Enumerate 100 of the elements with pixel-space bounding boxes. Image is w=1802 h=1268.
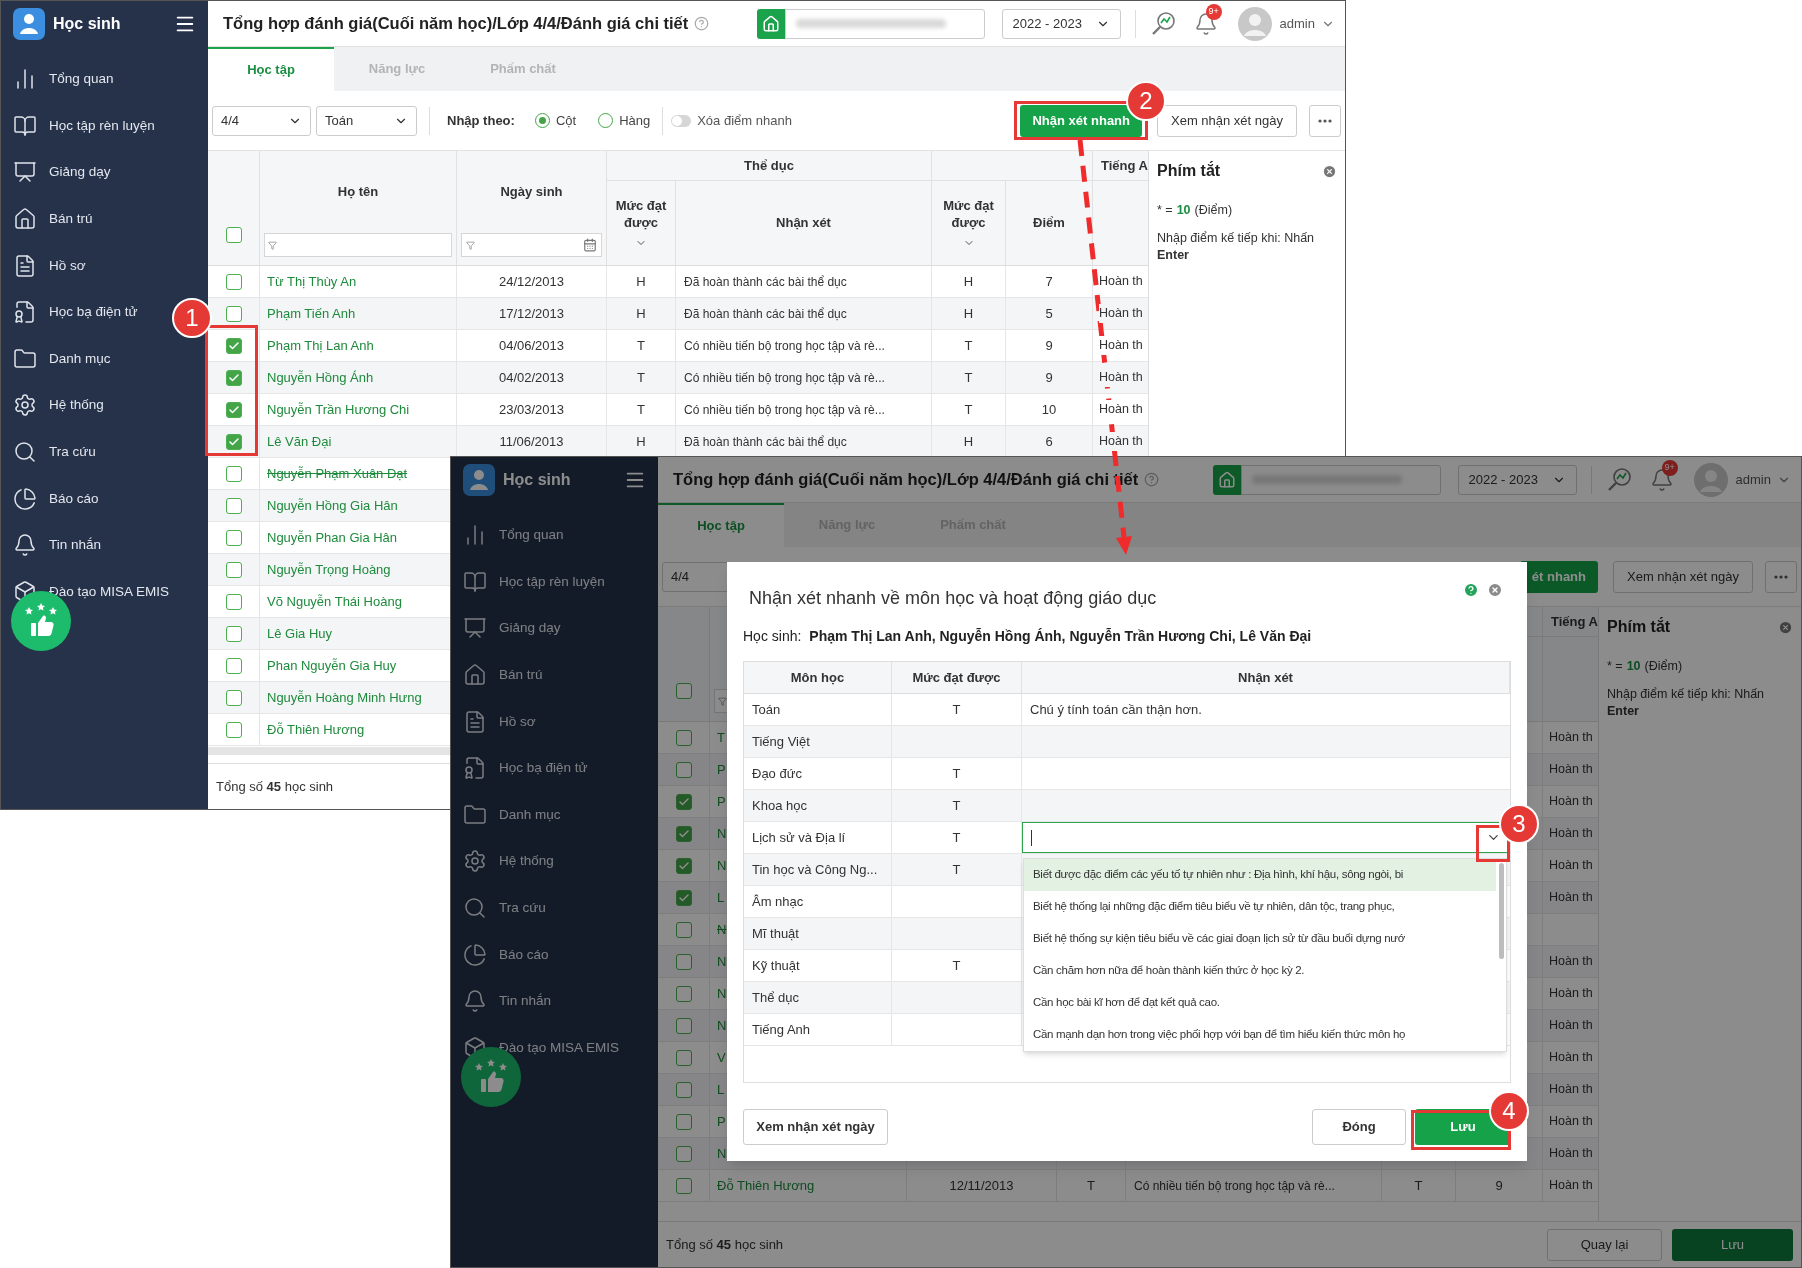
student-name[interactable]: N xyxy=(717,855,727,876)
student-name[interactable]: Phan Nguyễn Gia Huy xyxy=(267,655,397,676)
close-icon[interactable] xyxy=(1778,619,1793,635)
student-name[interactable]: Nguyễn Phạm Xuân Đạt xyxy=(267,463,408,484)
filter-field[interactable] xyxy=(264,233,452,257)
student-name[interactable]: N xyxy=(717,919,727,940)
more-button[interactable] xyxy=(1309,104,1341,137)
radio-option[interactable]: Cột xyxy=(534,110,577,131)
checkbox[interactable] xyxy=(225,721,242,738)
checkbox[interactable] xyxy=(225,401,242,418)
menu-item[interactable]: Tra cứu xyxy=(1,428,100,476)
student-name[interactable]: P xyxy=(717,791,726,812)
checkbox[interactable] xyxy=(675,1049,692,1066)
student-name[interactable]: Nguyễn Hồng Ánh xyxy=(267,367,374,388)
checkbox[interactable] xyxy=(675,1113,692,1130)
student-name[interactable]: Nguyễn Phan Gia Hân xyxy=(267,527,398,548)
student-name[interactable]: P xyxy=(717,759,726,780)
student-name[interactable]: Phạm Tiến Anh xyxy=(267,303,356,324)
save-button[interactable]: Lưu xyxy=(1672,1228,1793,1261)
student-name[interactable]: N xyxy=(717,951,727,972)
student-name[interactable]: L xyxy=(717,1079,725,1100)
more-button[interactable] xyxy=(1765,560,1797,593)
school-field[interactable] xyxy=(1240,464,1441,495)
quick-clear-toggle[interactable]: Xóa điểm nhanh xyxy=(671,110,792,131)
checkbox[interactable] xyxy=(225,657,242,674)
menu-item[interactable]: Báo cáo xyxy=(1,475,103,522)
student-name[interactable]: L xyxy=(717,887,725,908)
school-field[interactable] xyxy=(784,8,985,39)
suggestion-item[interactable]: Cần mạnh dạn hơn trong việc phối hợp với bạn để tìm hiểu kiến thức môn họ xyxy=(1024,1019,1496,1051)
menu-item[interactable]: Giảng dạy xyxy=(1,149,115,196)
checkbox[interactable] xyxy=(675,683,692,699)
school-year-select[interactable]: 2022 - 2023 xyxy=(1457,464,1577,495)
tab[interactable]: Học tập xyxy=(658,503,784,547)
checkbox[interactable] xyxy=(225,433,242,450)
student-name[interactable]: N xyxy=(717,823,727,844)
student-name[interactable]: Nguyễn Trần Hương Chi xyxy=(267,399,410,420)
menu-item[interactable]: Hệ thống xyxy=(1,382,108,429)
avatar[interactable] xyxy=(1693,462,1728,497)
menu-item[interactable]: Danh mục xyxy=(1,335,115,383)
checkbox[interactable] xyxy=(225,561,242,578)
checkbox[interactable] xyxy=(675,985,692,1002)
daily-comments-button[interactable]: Xem nhận xét ngày xyxy=(743,1109,888,1145)
back-button[interactable]: Quay lại xyxy=(1547,1228,1662,1261)
menu-item[interactable]: Hồ sơ xyxy=(1,242,90,289)
student-name[interactable]: Đỗ Thiên Hương xyxy=(267,719,365,740)
checkbox[interactable] xyxy=(225,227,242,243)
checkbox[interactable] xyxy=(225,305,242,322)
tab[interactable]: Học tập xyxy=(208,47,334,91)
help-icon[interactable] xyxy=(694,16,710,31)
checkbox[interactable] xyxy=(675,1145,692,1162)
checkbox[interactable] xyxy=(225,465,242,482)
student-name[interactable]: Từ Thị Thùy An xyxy=(267,271,357,292)
checkbox[interactable] xyxy=(225,497,242,514)
home-button[interactable] xyxy=(1212,464,1241,495)
calendar-icon[interactable] xyxy=(583,238,597,252)
checkbox[interactable] xyxy=(225,689,242,706)
home-button[interactable] xyxy=(756,8,785,39)
menu-item[interactable]: Tin nhắn xyxy=(1,521,106,569)
help-icon[interactable] xyxy=(1144,472,1160,487)
menu-item[interactable]: Bán trú xyxy=(1,195,97,243)
checkbox[interactable] xyxy=(675,857,692,874)
subject-select[interactable]: Toán xyxy=(316,105,417,136)
student-name[interactable]: Lê Gia Huy xyxy=(267,623,333,644)
student-name[interactable]: Võ Nguyễn Thái Hoàng xyxy=(267,591,402,612)
close-icon[interactable] xyxy=(1487,582,1503,598)
student-name[interactable]: Nguyễn Trọng Hoàng xyxy=(267,559,391,580)
checkbox[interactable] xyxy=(225,529,242,546)
checkbox[interactable] xyxy=(675,921,692,938)
avatar[interactable] xyxy=(1237,6,1272,41)
checkbox[interactable] xyxy=(675,1017,692,1034)
menu-item[interactable]: Học tập rèn luyện xyxy=(1,102,159,150)
menu-item[interactable]: Báo cáo xyxy=(451,931,553,978)
checkbox[interactable] xyxy=(675,953,692,970)
student-name[interactable]: Đỗ Thiên Hương xyxy=(717,1175,815,1196)
suggestion-item[interactable]: Biết được đặc điểm các yếu tố tự nhiên như : Địa hình, khí hậu, sông ngòi, bi xyxy=(1024,859,1496,891)
menu-item[interactable]: Tra cứu xyxy=(451,884,550,932)
menu-item[interactable]: Học bạ điện tử xyxy=(1,288,142,336)
menu-item[interactable]: Tổng quan xyxy=(1,56,118,103)
student-name[interactable]: N xyxy=(717,983,727,1004)
student-name[interactable]: Phạm Thị Lan Anh xyxy=(267,335,374,356)
filter-field[interactable] xyxy=(461,233,602,257)
checkbox[interactable] xyxy=(225,337,242,354)
checkbox[interactable] xyxy=(225,593,242,610)
checkbox[interactable] xyxy=(675,793,692,810)
scrollbar[interactable] xyxy=(1499,863,1504,959)
checkbox[interactable] xyxy=(225,273,242,290)
checkbox[interactable] xyxy=(225,369,242,386)
close-icon[interactable] xyxy=(1322,163,1337,179)
student-name[interactable]: N xyxy=(717,1015,727,1036)
daily-comments-button[interactable]: Xem nhận xét ngày xyxy=(1613,560,1753,593)
radio-option[interactable]: Hàng xyxy=(598,110,651,131)
student-name[interactable]: N xyxy=(717,1143,727,1164)
checkbox[interactable] xyxy=(675,761,692,778)
checkbox[interactable] xyxy=(675,825,692,842)
class-select[interactable]: 4/4 xyxy=(212,105,311,136)
student-name[interactable]: Lê Văn Đại xyxy=(267,431,332,452)
daily-comments-button[interactable]: Xem nhận xét ngày xyxy=(1157,104,1297,137)
checkbox[interactable] xyxy=(675,1177,692,1194)
menu-item[interactable]: Hệ thống xyxy=(451,838,558,885)
close-button[interactable]: Đóng xyxy=(1312,1109,1406,1145)
